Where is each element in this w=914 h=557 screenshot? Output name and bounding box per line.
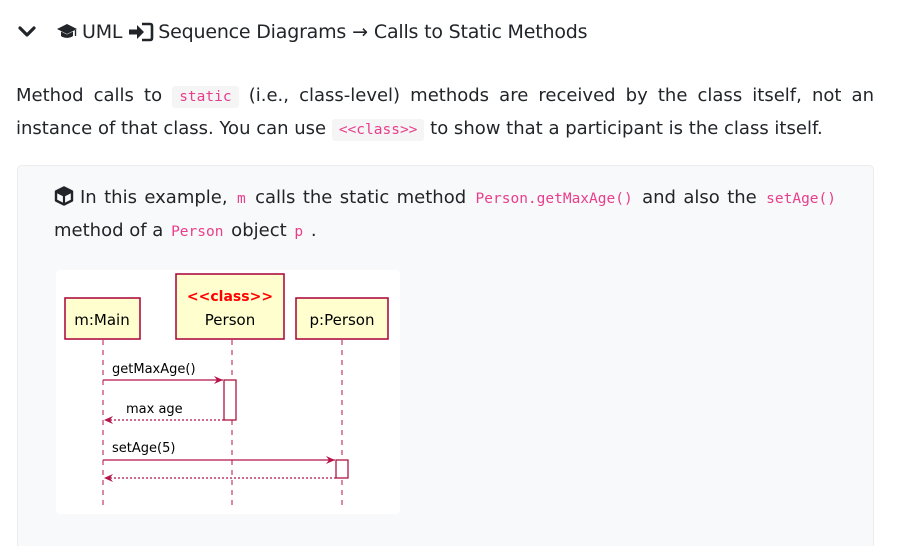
intro-text-1: Method calls to: [16, 85, 173, 106]
code-static: static: [172, 86, 239, 108]
heading-title: Calls to Static Methods: [373, 21, 588, 43]
intro-text-3: to show that a participant is the class …: [424, 118, 823, 139]
participant-stereotype: <<class>>: [187, 289, 273, 305]
example-text-5: object: [225, 220, 293, 241]
message-getmaxage-label: getMaxAge(): [112, 362, 196, 377]
code-class-stereotype: <<class>>: [331, 119, 425, 141]
example-text-6: .: [305, 220, 317, 241]
heading-sequence-diagrams: Sequence Diagrams: [158, 21, 347, 43]
example-text-4: method of a: [54, 220, 170, 241]
example-text-1: In this example,: [80, 187, 235, 208]
graduation-cap-icon: [57, 24, 77, 38]
sign-in-icon: [129, 22, 154, 42]
chevron-down-icon[interactable]: [16, 21, 38, 43]
example-text-2: calls the static method: [247, 187, 474, 208]
sequence-diagram-svg: m:Main <<class>> Person p:Person getMaxA…: [64, 273, 389, 506]
section-heading[interactable]: UML Sequence Diagrams → Calls to Static …: [16, 16, 588, 48]
participant-main-label: m:Main: [74, 311, 129, 329]
message-setage-label: setAge(5): [112, 441, 175, 456]
heading-uml: UML: [82, 21, 123, 43]
participant-person-class-label: Person: [205, 311, 255, 329]
intro-paragraph: Method calls to static (i.e., class-leve…: [16, 80, 874, 146]
example-box: In this example, m calls the static meth…: [17, 165, 874, 546]
code-person: Person: [171, 224, 224, 240]
message-max-age-label: max age: [126, 402, 183, 417]
code-setage: setAge(): [766, 191, 836, 207]
sequence-diagram: m:Main <<class>> Person p:Person getMaxA…: [56, 270, 400, 514]
example-text-3: and also the: [634, 187, 765, 208]
example-paragraph: In this example, m calls the static meth…: [54, 182, 838, 248]
participant-person-obj-label: p:Person: [310, 311, 375, 329]
activation-person-class: [223, 379, 237, 421]
code-m: m: [236, 191, 246, 207]
activation-person-obj: [335, 459, 349, 479]
code-getmaxage: Person.getMaxAge(): [475, 191, 633, 207]
cube-icon: [54, 186, 74, 206]
heading-arrow: →: [352, 21, 368, 43]
participant-person-class: [175, 273, 285, 340]
code-p: p: [294, 224, 304, 240]
